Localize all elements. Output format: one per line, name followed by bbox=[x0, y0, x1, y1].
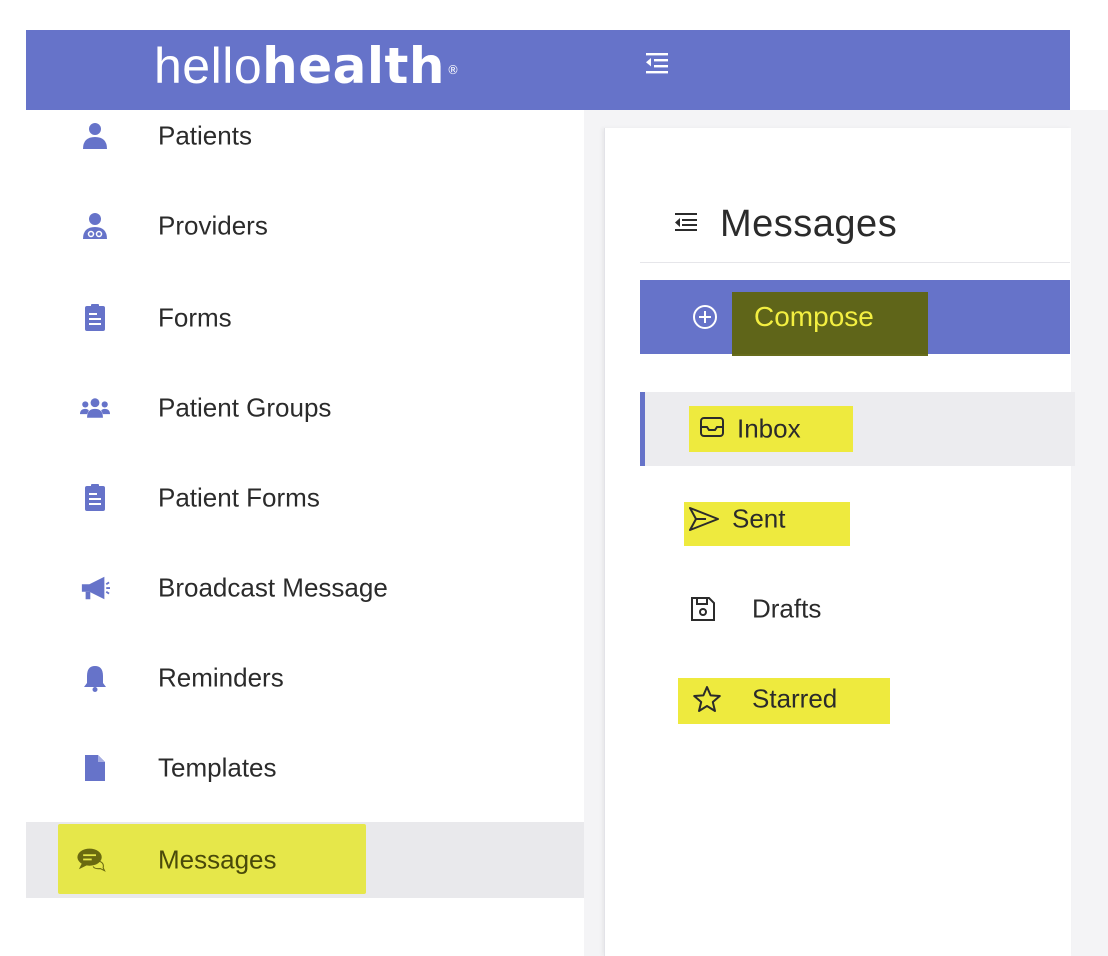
sidebar-item-label: Broadcast Message bbox=[158, 572, 388, 603]
sidebar-item-templates[interactable]: Templates bbox=[26, 730, 584, 806]
sidebar-item-reminders[interactable]: Reminders bbox=[26, 640, 584, 716]
sidebar: Patients Providers Forms Patient Groups … bbox=[26, 110, 586, 956]
inbox-icon bbox=[699, 416, 725, 442]
list-icon[interactable] bbox=[674, 211, 698, 238]
compose-label: Compose bbox=[754, 301, 874, 332]
megaphone-icon bbox=[80, 573, 110, 603]
form-icon bbox=[80, 303, 110, 333]
folder-label: Inbox bbox=[737, 413, 801, 444]
sidebar-item-label: Patient Forms bbox=[158, 482, 320, 513]
logo-text-light: hello bbox=[154, 38, 263, 94]
logo-text-bold: health bbox=[262, 37, 446, 95]
sidebar-item-patient-forms[interactable]: Patient Forms bbox=[26, 460, 584, 536]
users-group-icon bbox=[80, 393, 110, 423]
star-icon bbox=[692, 685, 722, 713]
sidebar-item-label: Messages bbox=[158, 844, 277, 875]
sidebar-item-providers[interactable]: Providers bbox=[26, 188, 584, 264]
folder-label: Starred bbox=[752, 683, 838, 714]
sidebar-item-label: Templates bbox=[158, 752, 277, 783]
folder-drafts[interactable]: Drafts bbox=[640, 572, 1070, 646]
sidebar-item-messages[interactable]: Messages bbox=[26, 822, 584, 898]
file-icon bbox=[80, 753, 110, 783]
sidebar-item-label: Forms bbox=[158, 302, 232, 333]
chat-icon bbox=[76, 845, 106, 875]
user-icon bbox=[80, 121, 110, 151]
page-title: Messages bbox=[720, 202, 898, 245]
send-icon bbox=[688, 506, 720, 532]
sidebar-item-label: Providers bbox=[158, 210, 268, 241]
sidebar-item-label: Patients bbox=[158, 120, 252, 151]
sidebar-item-patient-groups[interactable]: Patient Groups bbox=[26, 370, 584, 446]
sidebar-item-patients[interactable]: Patients bbox=[26, 98, 584, 174]
folder-label: Sent bbox=[732, 503, 786, 534]
plus-circle-icon bbox=[692, 304, 718, 330]
folder-inbox[interactable]: Inbox bbox=[640, 392, 1075, 466]
bell-icon bbox=[80, 663, 110, 693]
compose-button[interactable]: Compose bbox=[640, 280, 1070, 356]
folder-starred[interactable]: Starred bbox=[640, 662, 1070, 736]
menu-collapse-icon[interactable] bbox=[644, 50, 670, 76]
form-icon bbox=[80, 483, 110, 513]
doctor-icon bbox=[80, 211, 110, 241]
divider bbox=[640, 262, 1070, 263]
sidebar-item-broadcast-message[interactable]: Broadcast Message bbox=[26, 550, 584, 626]
save-icon bbox=[690, 596, 716, 622]
app-logo[interactable]: hellohealth ® bbox=[154, 36, 460, 96]
sidebar-item-label: Reminders bbox=[158, 662, 284, 693]
sidebar-item-label: Patient Groups bbox=[158, 392, 332, 423]
logo-registered-mark: ® bbox=[447, 63, 460, 77]
folder-label: Drafts bbox=[752, 593, 822, 624]
folder-sent[interactable]: Sent bbox=[640, 482, 1070, 556]
messages-header: Messages bbox=[674, 196, 897, 252]
sidebar-item-forms[interactable]: Forms bbox=[26, 280, 584, 356]
